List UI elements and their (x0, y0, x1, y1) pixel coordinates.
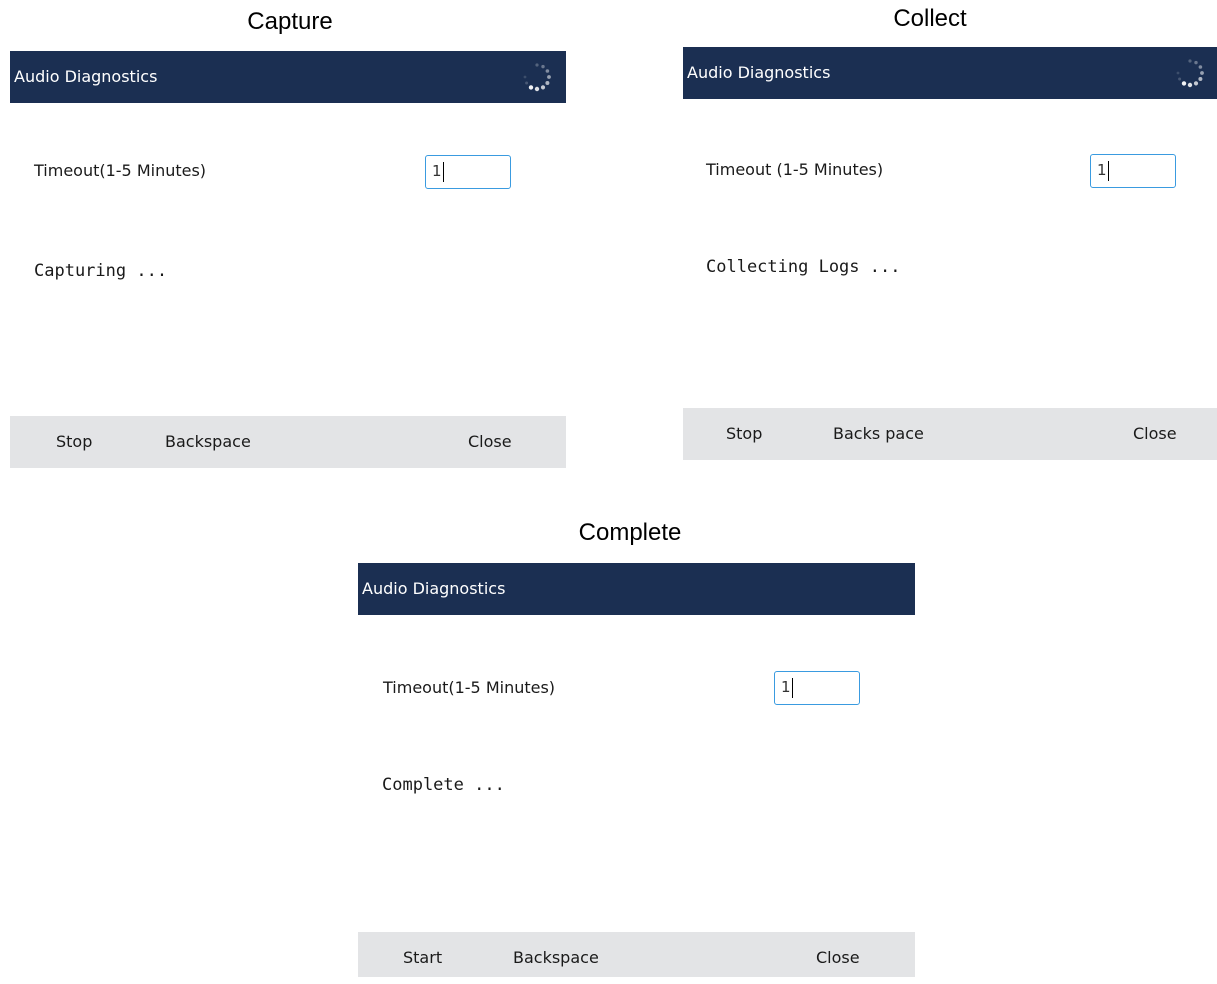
close-button[interactable]: Close (816, 932, 860, 984)
timeout-value: 1 (781, 678, 791, 696)
loading-spinner-icon (1176, 59, 1204, 88)
header-bar: Audio Diagnostics (683, 47, 1217, 99)
status-text: Capturing ... (34, 261, 168, 281)
panel-caption-capture: Capture (247, 8, 333, 35)
close-button[interactable]: Close (1133, 408, 1177, 460)
loading-spinner-icon (523, 63, 551, 92)
header-title: Audio Diagnostics (14, 67, 158, 86)
timeout-label: Timeout (1-5 Minutes) (706, 160, 884, 179)
backspace-button[interactable]: Backs pace (833, 408, 924, 460)
status-text: Complete ... (382, 775, 505, 795)
header-bar: Audio Diagnostics (10, 51, 566, 103)
start-button[interactable]: Start (403, 932, 442, 984)
timeout-value: 1 (1097, 161, 1107, 179)
backspace-button[interactable]: Backspace (513, 932, 599, 984)
header-title: Audio Diagnostics (687, 63, 831, 82)
panel-caption-collect: Collect (893, 5, 967, 32)
stop-button[interactable]: Stop (56, 416, 92, 468)
softkey-bar: Stop Backs pace Close (683, 408, 1217, 460)
text-caret (791, 677, 793, 698)
panel-caption-complete: Complete (578, 519, 682, 546)
softkey-bar: Stop Backspace Close (10, 416, 566, 468)
backspace-button[interactable]: Backspace (165, 416, 251, 468)
timeout-input[interactable]: 1 (774, 671, 860, 705)
softkey-bar: Start Backspace Close (358, 932, 915, 977)
header-title: Audio Diagnostics (362, 579, 506, 598)
timeout-input[interactable]: 1 (425, 155, 511, 189)
timeout-label: Timeout(1-5 Minutes) (383, 678, 556, 697)
header-bar: Audio Diagnostics (358, 563, 915, 615)
timeout-value: 1 (432, 162, 442, 180)
text-caret (442, 161, 444, 182)
text-caret (1107, 160, 1109, 181)
timeout-label: Timeout(1-5 Minutes) (34, 161, 207, 180)
screen-collect: Audio Diagnostics Timeout (1-5 Minutes) … (683, 47, 1217, 460)
screen-complete: Audio Diagnostics Timeout(1-5 Minutes) 1… (358, 563, 915, 977)
screen-capture: Audio Diagnostics Timeout(1-5 Minutes) 1… (10, 51, 566, 468)
status-text: Collecting Logs ... (706, 257, 901, 277)
close-button[interactable]: Close (468, 416, 512, 468)
timeout-input[interactable]: 1 (1090, 154, 1176, 188)
stop-button[interactable]: Stop (726, 408, 762, 460)
